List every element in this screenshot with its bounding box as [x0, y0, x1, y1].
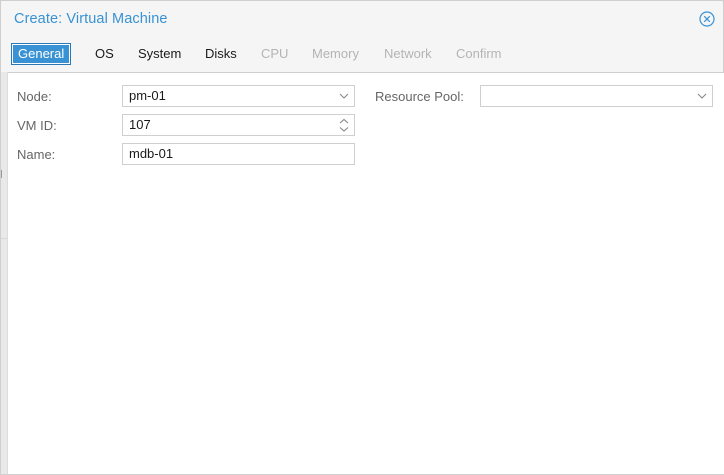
- name-label: Name:: [17, 147, 56, 162]
- tab-network: Network: [384, 46, 432, 61]
- vmid-spinner[interactable]: 107: [122, 114, 355, 136]
- tab-disks[interactable]: Disks: [199, 44, 243, 64]
- wizard-tab-bar: General OS System Disks CPU Memory Netwo…: [1, 39, 723, 71]
- resource-pool-select[interactable]: [480, 85, 713, 107]
- node-select[interactable]: pm-01: [122, 85, 355, 107]
- name-value: mdb-01: [129, 146, 174, 161]
- tab-general[interactable]: General: [12, 44, 71, 64]
- edge-tick: [1, 170, 5, 178]
- tab-cpu: CPU: [261, 46, 289, 61]
- vmid-value: 107: [129, 117, 151, 132]
- resource-pool-label: Resource Pool:: [375, 89, 464, 104]
- tab-os[interactable]: OS: [89, 44, 120, 64]
- node-value: pm-01: [129, 88, 166, 103]
- spinner-updown-icon[interactable]: [338, 117, 350, 133]
- tab-confirm: Confirm: [456, 46, 502, 61]
- window-titlebar: Create: Virtual Machine: [1, 1, 723, 39]
- close-button[interactable]: [699, 11, 715, 27]
- name-input[interactable]: mdb-01: [122, 143, 355, 165]
- general-form-panel: Node: pm-01 VM ID: 107 Name: mdb-01 Reso…: [7, 72, 724, 474]
- chevron-down-icon[interactable]: [696, 89, 708, 103]
- node-label: Node:: [17, 89, 52, 104]
- tab-system[interactable]: System: [132, 44, 187, 64]
- tab-memory: Memory: [312, 46, 359, 61]
- chevron-down-icon[interactable]: [338, 89, 350, 103]
- close-circle-icon: [699, 11, 715, 27]
- create-vm-window: Create: Virtual Machine General OS Syste…: [0, 0, 724, 475]
- vmid-label: VM ID:: [17, 118, 57, 133]
- window-title: Create: Virtual Machine: [14, 11, 168, 27]
